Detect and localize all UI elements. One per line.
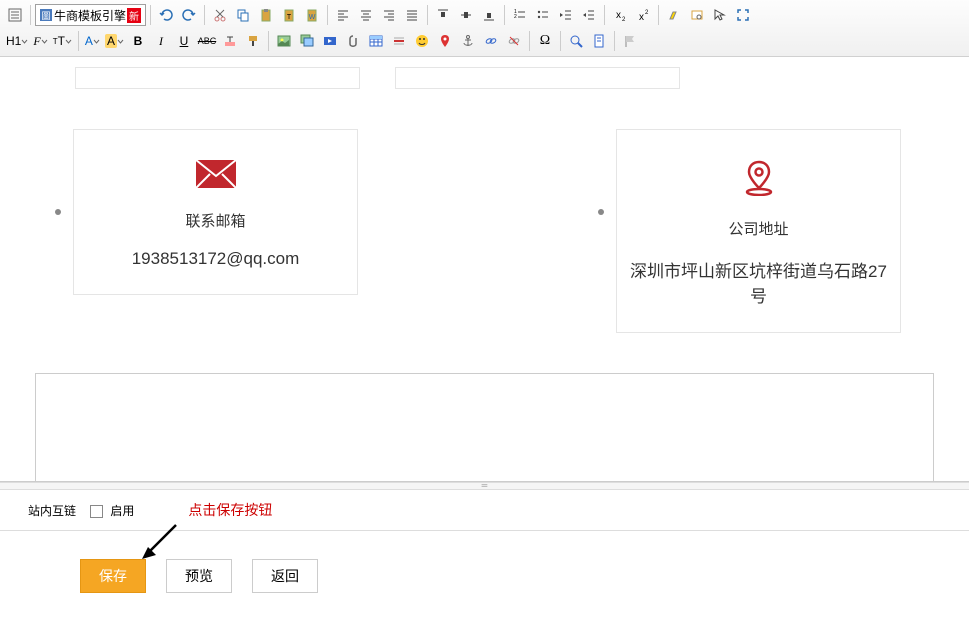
- valign-top-icon[interactable]: [432, 4, 454, 26]
- enable-label: 启用: [110, 504, 134, 518]
- toolbar-row-1: 圖 牛商模板引擎 新 T W 12 x2 x2: [4, 2, 965, 28]
- options-bar: 站内互链 启用 点击保存按钮: [0, 490, 969, 531]
- fullscreen-icon[interactable]: [732, 4, 754, 26]
- heading-dropdown[interactable]: H1: [4, 30, 30, 52]
- enable-checkbox[interactable]: [90, 505, 103, 518]
- company-address-card: 公司地址 深圳市坪山新区坑梓街道乌石路27号: [616, 129, 901, 333]
- unordered-list-icon[interactable]: [532, 4, 554, 26]
- anchor-icon[interactable]: [457, 30, 479, 52]
- hr-icon[interactable]: [388, 30, 410, 52]
- internal-link-label: 站内互链: [28, 502, 76, 519]
- back-button[interactable]: 返回: [252, 559, 318, 593]
- superscript-icon[interactable]: x2: [632, 4, 654, 26]
- strikethrough-icon[interactable]: ABC: [196, 30, 218, 52]
- paste-word-icon[interactable]: W: [301, 4, 323, 26]
- contact-email-card: 联系邮箱 1938513172@qq.com: [73, 129, 358, 295]
- highlight-color-dropdown[interactable]: A: [103, 30, 126, 52]
- toolbar-row-2: H1 F TT A A B I U ABC Ω: [4, 28, 965, 54]
- preview-icon[interactable]: [565, 30, 587, 52]
- underline-icon[interactable]: U: [173, 30, 195, 52]
- svg-text:x: x: [639, 12, 644, 22]
- align-justify-icon[interactable]: [401, 4, 423, 26]
- undo-icon[interactable]: [155, 4, 177, 26]
- image-icon[interactable]: [273, 30, 295, 52]
- preview-button[interactable]: 预览: [166, 559, 232, 593]
- copy-icon[interactable]: [232, 4, 254, 26]
- cut-icon[interactable]: [209, 4, 231, 26]
- template-engine-label: 牛商模板引擎: [54, 7, 126, 24]
- bold-icon[interactable]: B: [127, 30, 149, 52]
- svg-text:圖: 圖: [41, 11, 50, 21]
- svg-text:T: T: [287, 14, 292, 21]
- svg-text:2: 2: [622, 17, 626, 22]
- highlight-tool-icon[interactable]: [663, 4, 685, 26]
- select-tool-icon[interactable]: [709, 4, 731, 26]
- editor-toolbar: 圖 牛商模板引擎 新 T W 12 x2 x2: [0, 0, 969, 57]
- link-icon[interactable]: [480, 30, 502, 52]
- map-pin-icon[interactable]: [434, 30, 456, 52]
- enable-checkbox-wrap[interactable]: 启用: [90, 502, 134, 519]
- remove-format-icon[interactable]: [219, 30, 241, 52]
- valign-bottom-icon[interactable]: [478, 4, 500, 26]
- save-button[interactable]: 保存: [80, 559, 146, 593]
- subscript-icon[interactable]: x2: [609, 4, 631, 26]
- envelope-icon: [84, 160, 347, 188]
- save-hint: 点击保存按钮: [188, 500, 272, 520]
- attachment-icon[interactable]: [342, 30, 364, 52]
- card-text: 1938513172@qq.com: [84, 249, 347, 269]
- svg-text:W: W: [309, 14, 316, 21]
- card-text: 深圳市坪山新区坑梓街道乌石路27号: [627, 257, 890, 307]
- action-buttons: 保存 预览 返回: [0, 531, 969, 601]
- map-pin-icon: [627, 160, 890, 196]
- font-family-dropdown[interactable]: F: [31, 30, 49, 52]
- align-right-icon[interactable]: [378, 4, 400, 26]
- format-painter-icon[interactable]: [242, 30, 264, 52]
- find-replace-icon[interactable]: [686, 4, 708, 26]
- outdent-icon[interactable]: [555, 4, 577, 26]
- list-bullet: [598, 209, 604, 215]
- source-icon[interactable]: [4, 4, 26, 26]
- editor-content-area[interactable]: 联系邮箱 1938513172@qq.com 公司地址 深圳市坪山新区坑梓街道乌…: [0, 57, 969, 482]
- paste-icon[interactable]: [255, 4, 277, 26]
- list-bullet: [55, 209, 61, 215]
- unlink-icon[interactable]: [503, 30, 525, 52]
- template-engine-button[interactable]: 圖 牛商模板引擎 新: [35, 4, 146, 26]
- svg-text:x: x: [616, 10, 621, 21]
- new-badge: 新: [127, 8, 141, 23]
- valign-middle-icon[interactable]: [455, 4, 477, 26]
- svg-text:2: 2: [645, 10, 649, 16]
- resize-handle[interactable]: ═: [0, 482, 969, 490]
- ordered-list-icon[interactable]: 12: [509, 4, 531, 26]
- flag-icon[interactable]: [619, 30, 641, 52]
- font-size-dropdown[interactable]: TT: [51, 30, 74, 52]
- video-icon[interactable]: [319, 30, 341, 52]
- emoji-icon[interactable]: [411, 30, 433, 52]
- table-icon[interactable]: [365, 30, 387, 52]
- card-title: 联系邮箱: [84, 210, 347, 231]
- page-icon[interactable]: [588, 30, 610, 52]
- align-left-icon[interactable]: [332, 4, 354, 26]
- card-title: 公司地址: [627, 218, 890, 239]
- card-stub-1: [75, 67, 360, 89]
- font-color-dropdown[interactable]: A: [83, 30, 102, 52]
- italic-icon[interactable]: I: [150, 30, 172, 52]
- svg-text:2: 2: [514, 14, 517, 20]
- align-center-icon[interactable]: [355, 4, 377, 26]
- empty-content-box[interactable]: [35, 373, 934, 482]
- redo-icon[interactable]: [178, 4, 200, 26]
- omega-icon[interactable]: Ω: [534, 30, 556, 52]
- multi-image-icon[interactable]: [296, 30, 318, 52]
- card-stub-2: [395, 67, 680, 89]
- paste-text-icon[interactable]: T: [278, 4, 300, 26]
- indent-icon[interactable]: [578, 4, 600, 26]
